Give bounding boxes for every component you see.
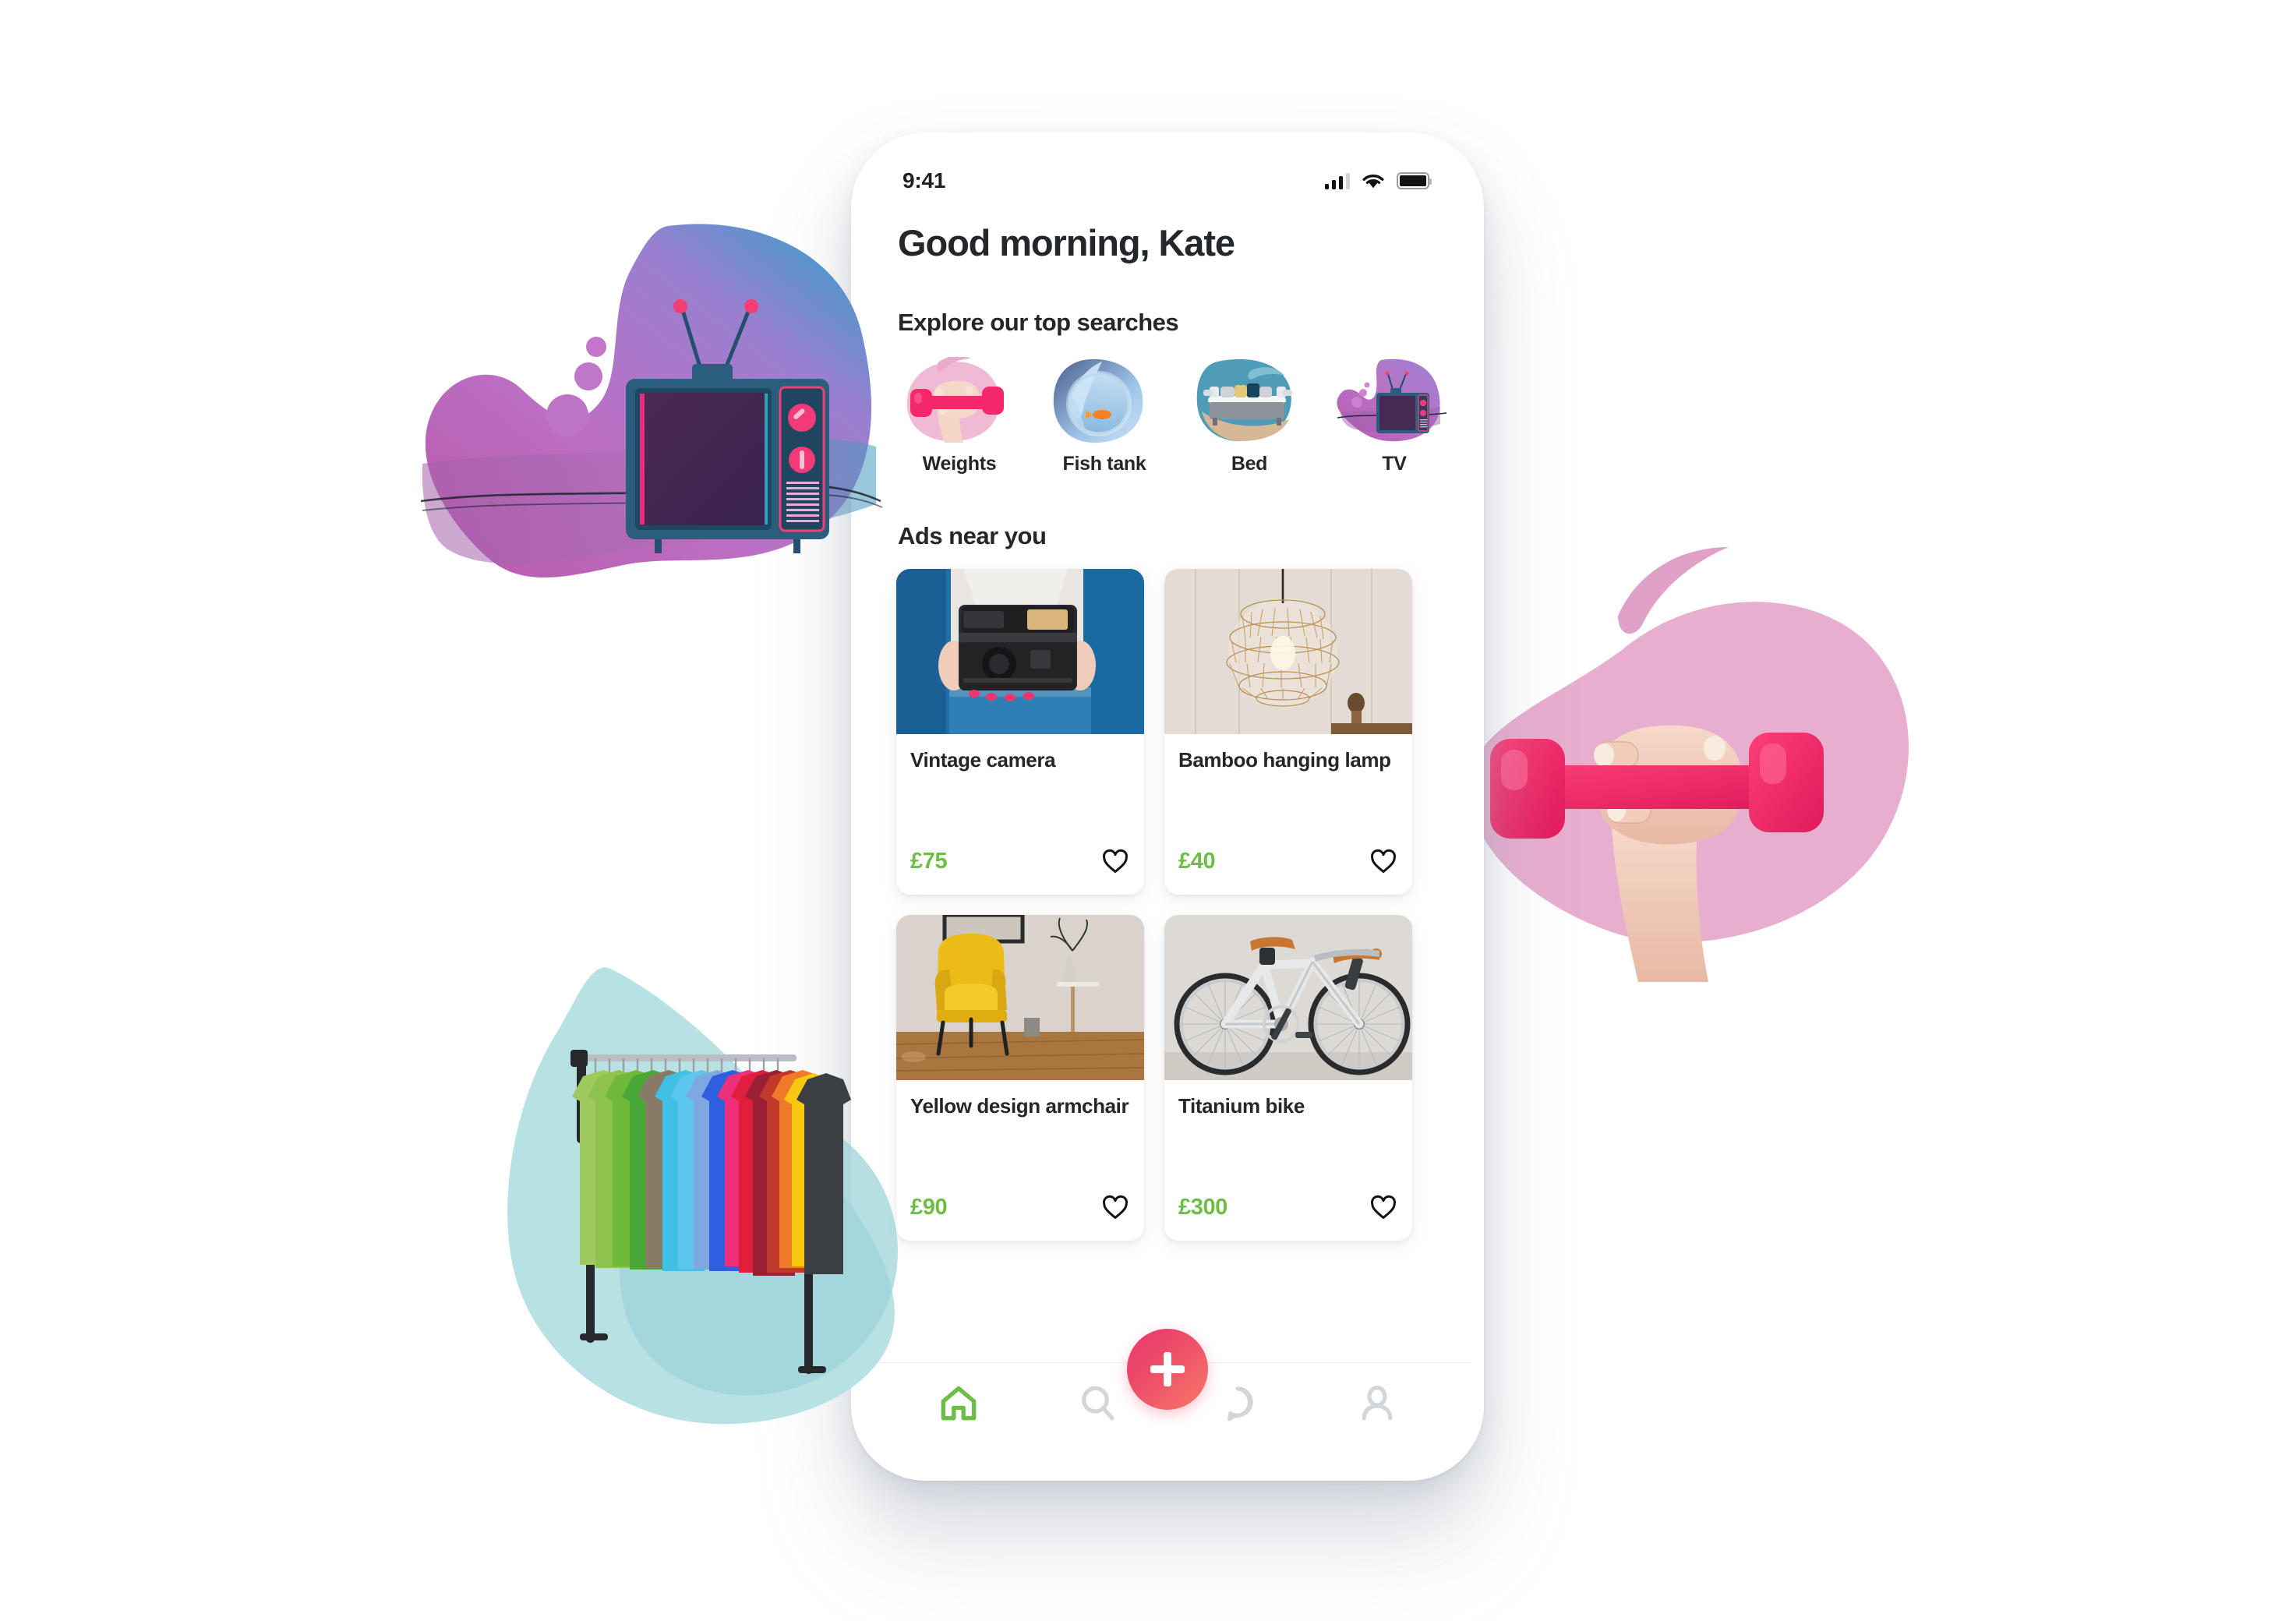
category-tv[interactable]: TV: [1331, 357, 1457, 475]
heart-outline-icon[interactable]: [1369, 1192, 1398, 1222]
ad-footer: £40: [1164, 846, 1412, 895]
weights-thumbnail: [896, 357, 1023, 444]
ad-body: Vintage camera: [896, 734, 1144, 846]
heart-outline-icon[interactable]: [1100, 1192, 1130, 1222]
nav-item-profile[interactable]: [1348, 1374, 1407, 1433]
tv-illustration: [405, 199, 904, 612]
category-weights[interactable]: Weights: [896, 357, 1023, 475]
category-label: Fish tank: [1062, 453, 1146, 475]
titanium-bike-photo: [1164, 915, 1412, 1080]
top-searches-row[interactable]: Weights Fish tank Bed TV: [896, 357, 1447, 475]
category-label: Weights: [922, 453, 997, 475]
chat-bubble-icon: [1227, 1386, 1253, 1421]
ad-card[interactable]: Vintage camera £75: [896, 569, 1144, 895]
vintage-camera-photo: [896, 569, 1144, 734]
fish-tank-thumbnail: [1041, 357, 1167, 444]
person-icon: [1362, 1385, 1392, 1420]
ads-heading: Ads near you: [898, 522, 1047, 549]
ad-title: Vintage camera: [910, 748, 1056, 772]
ad-title: Titanium bike: [1178, 1094, 1305, 1118]
nav-item-messages[interactable]: [1208, 1374, 1267, 1433]
ad-body: Bamboo hanging lamp: [1164, 734, 1412, 846]
nav-item-search[interactable]: [1069, 1374, 1128, 1433]
bamboo-lamp-photo: [1164, 569, 1412, 734]
page-canvas: 9:41 Good morning, Kate Explore our top …: [0, 0, 2296, 1621]
ad-price: £40: [1178, 848, 1216, 874]
ad-footer: £75: [896, 846, 1144, 895]
heart-outline-icon[interactable]: [1100, 846, 1130, 876]
search-icon: [1081, 1386, 1114, 1420]
status-bar-icons: [1324, 172, 1432, 189]
clothes-rack-illustration: [499, 955, 990, 1453]
ad-footer: £300: [1164, 1192, 1412, 1241]
tv-thumbnail: [1331, 357, 1457, 444]
heart-outline-icon[interactable]: [1369, 846, 1398, 876]
ad-body: Titanium bike: [1164, 1080, 1412, 1192]
category-bed[interactable]: Bed: [1186, 357, 1312, 475]
page-title: Good morning, Kate: [898, 222, 1235, 263]
add-listing-fab[interactable]: [1127, 1329, 1208, 1410]
category-fish-tank[interactable]: Fish tank: [1041, 357, 1167, 475]
battery-full-icon: [1397, 172, 1432, 189]
ad-card[interactable]: Bamboo hanging lamp £40: [1164, 569, 1412, 895]
status-bar: 9:41: [895, 143, 1440, 192]
bed-thumbnail: [1186, 357, 1312, 444]
plus-icon: [1150, 1352, 1185, 1386]
dumbbell-illustration: [1434, 514, 1948, 998]
top-searches-heading: Explore our top searches: [898, 309, 1179, 336]
ad-card[interactable]: Titanium bike £300: [1164, 915, 1412, 1241]
status-bar-time: 9:41: [903, 168, 946, 192]
ad-title: Bamboo hanging lamp: [1178, 748, 1391, 772]
wifi-icon: [1362, 174, 1384, 189]
signal-bars-icon: [1324, 172, 1350, 189]
category-label: Bed: [1231, 453, 1268, 475]
ad-price: £300: [1178, 1194, 1227, 1220]
ad-price: £75: [910, 848, 948, 874]
category-label: TV: [1382, 453, 1407, 475]
